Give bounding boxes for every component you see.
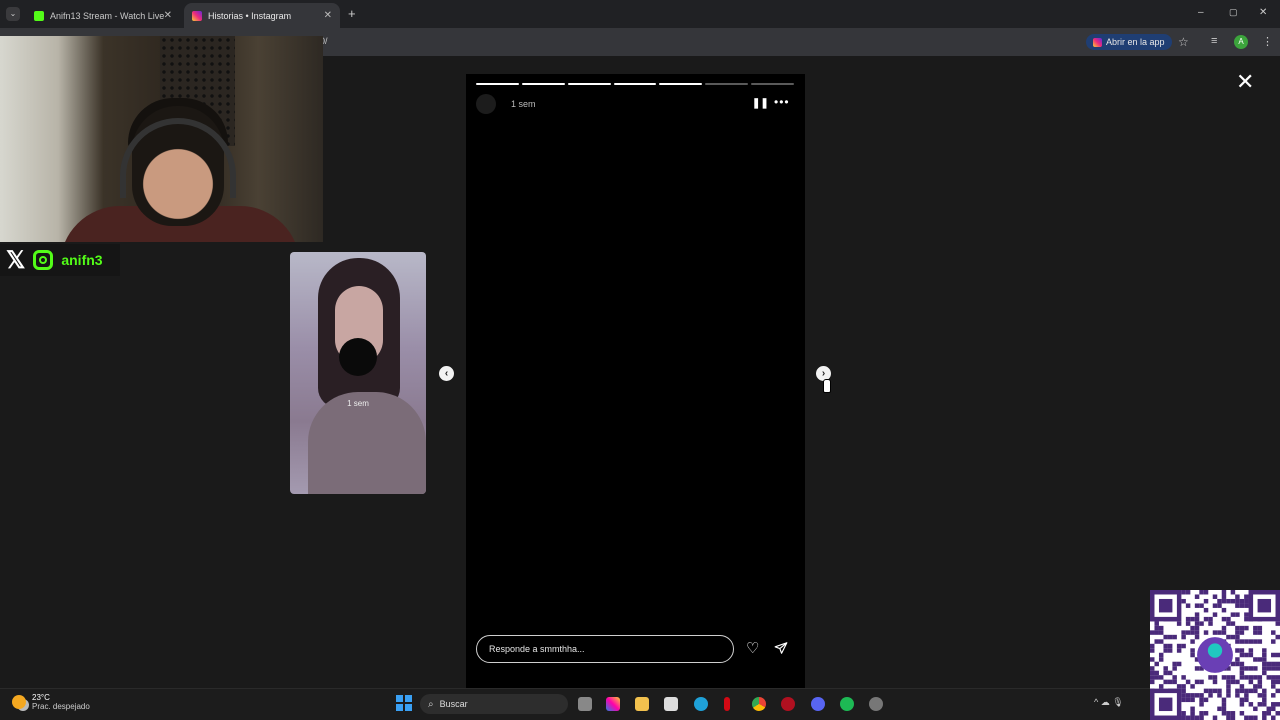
reply-input[interactable] [476,635,734,663]
story-viewer [466,74,805,688]
previous-story-preview[interactable]: 1 sem [290,252,426,494]
weather-widget[interactable]: 23°C Prac. despejado [12,693,90,711]
social-handle-text: anifn3 [61,252,103,268]
file-explorer-icon[interactable] [635,697,649,711]
more-options-button[interactable]: ••• [774,95,790,109]
tab-close-icon[interactable]: ✕ [164,10,172,21]
search-label: Buscar [439,699,468,709]
new-tab-button[interactable]: + [348,6,356,21]
tab-search-button[interactable]: ⌄ [6,7,20,21]
spotify-icon[interactable] [840,697,854,711]
pause-button[interactable]: ❚❚ [752,98,769,109]
browser-menu-icon[interactable]: ⋮ [1262,35,1273,48]
preview-time: 1 sem [347,399,369,408]
previous-story-button[interactable]: ‹ [439,366,454,381]
app-red-icon[interactable] [781,697,795,711]
webcam-overlay [0,36,323,242]
progress-segment [521,83,565,85]
chrome-icon[interactable] [752,697,766,711]
story-progress-bar [476,83,795,85]
instagram-icon [1093,37,1102,47]
weather-description: Prac. despejado [32,702,90,711]
social-handle-banner: 𝕏 anifn3 [0,244,120,276]
story-time: 1 sem [511,99,536,109]
search-icon: ⌕ [428,698,434,710]
settings-gear-icon[interactable] [869,697,883,711]
tab-kick-stream[interactable]: Anifn13 Stream - Watch Live o ✕ [26,3,180,28]
kick-favicon-icon [34,10,44,21]
minimize-button[interactable]: – [1198,7,1204,18]
progress-segment [751,83,795,85]
edge-icon[interactable] [694,697,708,711]
tab-title: Anifn13 Stream - Watch Live o [50,10,164,21]
yape-qr-code [1150,590,1280,720]
system-tray[interactable]: ^ ☁ 🎙 [1094,697,1124,708]
tab-title: Historias • Instagram [208,10,292,21]
netflix-icon[interactable] [724,697,730,711]
close-window-button[interactable]: ✕ [1259,7,1267,18]
temperature: 23°C [32,693,50,702]
task-view-icon[interactable] [578,697,592,711]
tab-instagram-stories[interactable]: Historias • Instagram ✕ [184,3,340,28]
tab-close-icon[interactable]: ✕ [324,10,332,21]
restore-button[interactable]: ▢ [1229,7,1238,18]
progress-segment [659,83,703,85]
preview-avatar-censor [339,338,377,376]
close-stories-button[interactable]: ✕ [1236,71,1254,93]
send-icon[interactable] [774,641,788,655]
x-logo-icon: 𝕏 [6,246,26,274]
weather-sun-icon [12,695,26,709]
tab-strip: ⌄ Anifn13 Stream - Watch Live o ✕ Histor… [0,0,1280,28]
open-in-app-button[interactable]: Abrir en la app [1086,34,1172,50]
discord-icon[interactable] [811,697,825,711]
instagram-logo-icon [33,250,54,270]
taskbar-search[interactable]: ⌕ Buscar [420,694,568,714]
copilot-icon[interactable] [606,697,620,711]
media-controls-icon[interactable]: ≡ [1211,35,1217,47]
mouse-cursor-icon [823,379,831,393]
progress-segment [567,83,611,85]
instagram-favicon-icon [192,10,202,21]
profile-avatar[interactable]: A [1234,35,1248,49]
story-avatar[interactable] [476,94,496,114]
windows-start-icon[interactable] [396,695,412,711]
progress-segment [613,83,657,85]
like-heart-icon[interactable]: ♡ [746,641,759,657]
progress-segment [705,83,749,85]
bookmark-star-icon[interactable]: ☆ [1178,35,1189,49]
store-icon[interactable] [664,697,678,711]
open-in-app-label: Abrir en la app [1106,37,1165,47]
progress-segment [476,83,519,85]
